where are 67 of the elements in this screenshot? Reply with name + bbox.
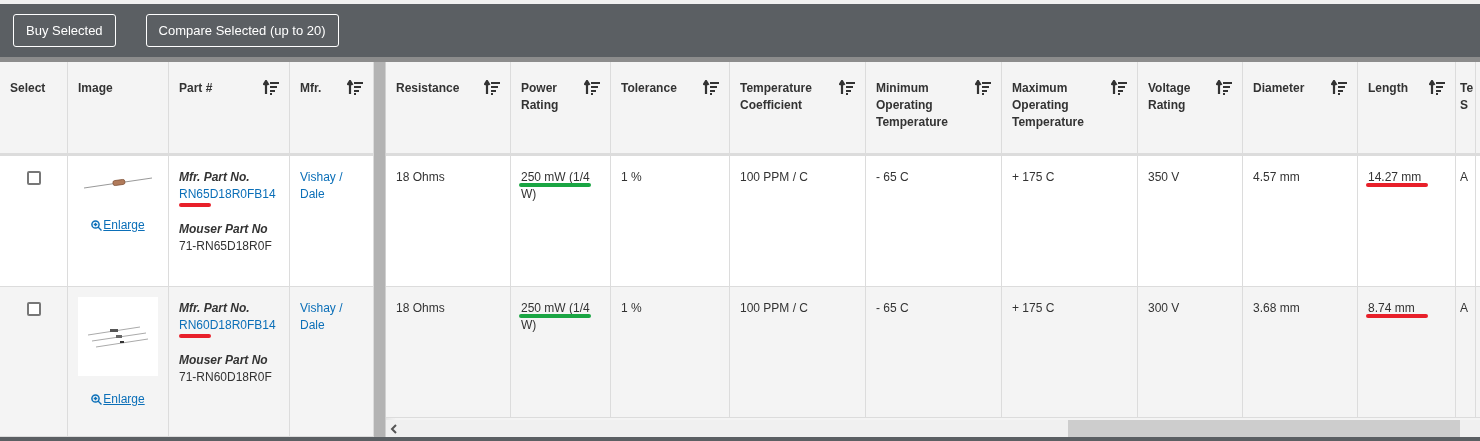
- column-header: Image: [78, 80, 114, 97]
- enlarge-link[interactable]: Enlarge: [91, 216, 145, 234]
- table-cell: + 175 C: [1012, 170, 1055, 184]
- table-cell: A: [1460, 301, 1468, 315]
- sort-icon[interactable]: [839, 80, 855, 95]
- checkbox[interactable]: [26, 302, 41, 316]
- column-header: Part #: [179, 80, 214, 97]
- column-header: Tolerance: [621, 80, 678, 97]
- part-number-link[interactable]: RN65D18R0FB14: [179, 186, 276, 203]
- column-header: Length: [1368, 80, 1409, 97]
- scroll-left-icon[interactable]: [390, 423, 398, 434]
- table-cell: 4.57 mm: [1253, 170, 1300, 184]
- label-text: Mouser Part No: [179, 221, 269, 238]
- table-cell: 100 PPM / C: [740, 301, 809, 315]
- column-header: Te S: [1460, 80, 1475, 114]
- table-cell: 350 V: [1148, 170, 1180, 184]
- label-text: Mfr. Part No.: [179, 169, 251, 186]
- part-number-link[interactable]: RN60D18R0FB14: [179, 317, 276, 334]
- table-cell: 250 mW (1/4 W): [521, 301, 590, 332]
- column-header: Resistance: [396, 80, 461, 97]
- table-cell: A: [1460, 170, 1468, 184]
- sort-icon[interactable]: [1429, 80, 1445, 95]
- column-header: Temperature Coefficient: [740, 80, 813, 114]
- table-cell: 1 %: [621, 301, 642, 315]
- label-text: Mfr. Part No.: [179, 300, 251, 317]
- sort-icon[interactable]: [263, 80, 279, 95]
- sort-icon[interactable]: [584, 80, 600, 95]
- label-text: Mouser Part No: [179, 352, 269, 369]
- checkbox[interactable]: [26, 171, 41, 185]
- table-cell: + 175 C: [1012, 301, 1055, 315]
- sort-icon[interactable]: [1216, 80, 1232, 95]
- sort-icon[interactable]: [975, 80, 991, 95]
- zoom-in-icon: [91, 219, 103, 231]
- sort-icon[interactable]: [703, 80, 719, 95]
- table-cell: 250 mW (1/4 W): [521, 170, 590, 201]
- part-number: 71-RN65D18R0F: [179, 238, 273, 255]
- table-cell: 8.74 mm: [1368, 301, 1415, 315]
- toolbar-button[interactable]: Buy Selected: [13, 14, 116, 47]
- column-header: Power Rating: [521, 80, 560, 114]
- table-cell: 3.68 mm: [1253, 301, 1300, 315]
- column-header: Minimum Operating Temperature: [876, 80, 949, 131]
- column-header: Voltage Rating: [1148, 80, 1192, 114]
- table-cell: 14.27 mm: [1368, 170, 1422, 184]
- resistor-photo: [83, 176, 153, 190]
- sort-icon[interactable]: [484, 80, 500, 95]
- table-cell: - 65 C: [876, 301, 909, 315]
- zoom-in-icon: [91, 393, 103, 405]
- column-header: Maximum Operating Temperature: [1012, 80, 1085, 131]
- table-cell: 1 %: [621, 170, 642, 184]
- table-cell: 18 Ohms: [396, 301, 445, 315]
- manufacturer-link[interactable]: Vishay / Dale: [300, 169, 365, 203]
- part-number: 71-RN60D18R0F: [179, 369, 273, 386]
- column-header: Select: [10, 80, 47, 97]
- table-cell: 300 V: [1148, 301, 1180, 315]
- sort-icon[interactable]: [1331, 80, 1347, 95]
- table-cell: 18 Ohms: [396, 170, 445, 184]
- column-header: Mfr.: [300, 80, 323, 97]
- manufacturer-link[interactable]: Vishay / Dale: [300, 300, 365, 334]
- scrollbar-thumb[interactable]: [1068, 420, 1460, 437]
- column-header: Diameter: [1253, 80, 1306, 97]
- horizontal-scrollbar[interactable]: [386, 420, 1480, 437]
- enlarge-link[interactable]: Enlarge: [91, 390, 145, 408]
- table-cell: 100 PPM / C: [740, 170, 809, 184]
- sort-icon[interactable]: [347, 80, 363, 95]
- toolbar-button[interactable]: Compare Selected (up to 20): [145, 14, 339, 47]
- sort-icon[interactable]: [1111, 80, 1127, 95]
- table-cell: - 65 C: [876, 170, 909, 184]
